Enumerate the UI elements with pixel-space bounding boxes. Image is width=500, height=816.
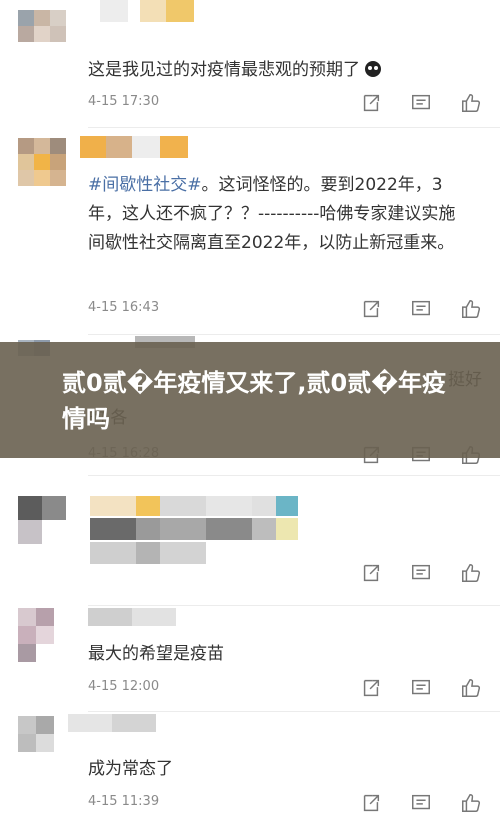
share-icon[interactable] [360, 298, 382, 320]
share-icon[interactable] [360, 792, 382, 814]
divider [88, 334, 500, 335]
comment-icon[interactable] [410, 792, 432, 814]
username[interactable] [68, 714, 178, 734]
username[interactable] [88, 608, 188, 628]
avatar[interactable] [18, 716, 74, 766]
thumbs-up-icon[interactable] [460, 562, 482, 584]
avatar[interactable] [18, 10, 74, 58]
comment-text: 这是我见过的对疫情最悲观的预期了 [88, 56, 464, 85]
comment-item: #间歇性社交#。这词怪怪的。要到2022年，3年，这人还不疯了？？-------… [0, 128, 500, 336]
comment-icon[interactable] [410, 677, 432, 699]
timestamp: 4-15 16:43 [88, 300, 160, 315]
comment-text: 成为常态了 [88, 759, 173, 779]
share-icon[interactable] [360, 92, 382, 114]
timestamp: 4-15 12:00 [88, 679, 160, 694]
comment-text: 最大的希望是疫苗 [88, 644, 224, 664]
thumbs-up-icon[interactable] [460, 677, 482, 699]
share-icon[interactable] [360, 677, 382, 699]
username[interactable] [100, 0, 210, 26]
comment-text: #间歇性社交#。这词怪怪的。要到2022年，3年，这人还不疯了？？-------… [88, 175, 456, 253]
comment-icon[interactable] [410, 92, 432, 114]
thumbs-up-icon[interactable] [460, 92, 482, 114]
topic-hashtag-link[interactable]: #间歇性社交# [88, 175, 202, 195]
banner-title: 贰0贰�年疫情又来了,贰0贰�年疫情吗 [62, 369, 446, 433]
timestamp: 4-15 11:39 [88, 794, 160, 809]
comment-item: 成为常态了 4-15 11:39 [0, 712, 500, 813]
comment-icon[interactable] [410, 562, 432, 584]
share-icon[interactable] [360, 562, 382, 584]
avatar[interactable] [18, 138, 74, 202]
comment-item: 最大的希望是疫苗 4-15 12:00 [0, 606, 500, 712]
comment-item [0, 476, 500, 606]
comment-item: 这是我见过的对疫情最悲观的预期了 4-15 17:30 [0, 0, 500, 128]
timestamp: 4-15 17:30 [88, 94, 160, 109]
username[interactable] [80, 136, 210, 162]
avatar[interactable] [18, 496, 74, 544]
thumbs-up-icon[interactable] [460, 298, 482, 320]
emoji-face-icon [365, 61, 382, 77]
thumbs-up-icon[interactable] [460, 792, 482, 814]
avatar[interactable] [18, 608, 74, 664]
comment-icon[interactable] [410, 298, 432, 320]
